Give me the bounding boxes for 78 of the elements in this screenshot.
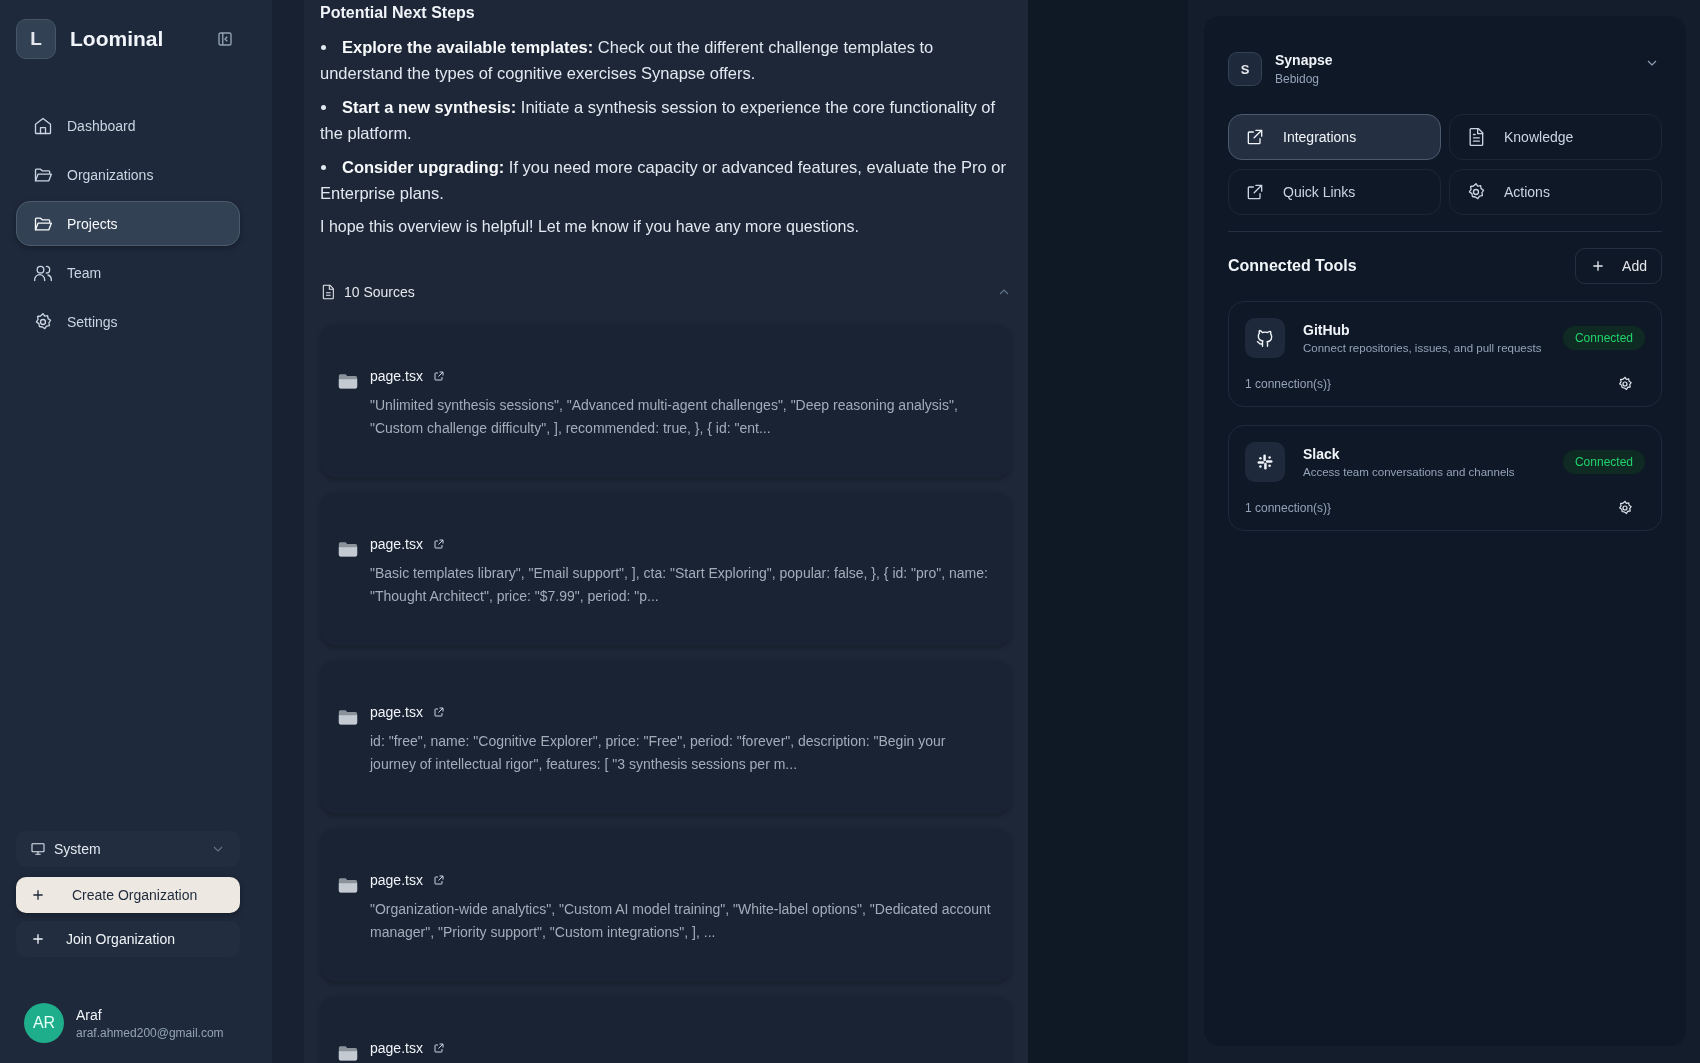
folder-icon [338, 876, 358, 894]
source-card[interactable]: page.tsx id: "free", name: "Cognitive Explorer", price: "Free", period: "forever", description: "Begin your journey of intellectual rigor", features: [ "3 synthesis sessions per m... [320, 660, 1012, 814]
file-name[interactable]: page.tsx [370, 872, 423, 888]
bullet-item: Consider upgrading: If you need more capacity or advanced features, evaluate the Pro or Enterprise plans. [320, 157, 1007, 204]
settings-icon [1466, 182, 1486, 202]
tool-name: GitHub [1303, 322, 1351, 338]
external-link-icon [1245, 182, 1265, 202]
connection-count: 1 connection(s)} [1245, 501, 1332, 515]
document-icon [1466, 127, 1486, 147]
nav-item[interactable]: Team [16, 250, 240, 295]
panel-tab[interactable]: Actions [1449, 169, 1662, 215]
source-snippet: id: "free", name: "Cognitive Explorer", price: "Free", period: "forever", description: "Begin your journey of intellectual rigor", features: [ "3 synthesis sessions per m... [370, 732, 947, 774]
status-badge: Connected [1562, 450, 1645, 474]
user-avatar: AR [24, 1003, 64, 1043]
source-card[interactable]: page.tsx [320, 996, 1012, 1063]
settings-icon [33, 311, 53, 332]
nav-item[interactable]: Settings [16, 299, 240, 344]
settings-icon[interactable] [1617, 376, 1633, 392]
panel-tab[interactable]: Integrations [1228, 114, 1441, 160]
source-snippet: "Basic templates library", "Email support", ], cta: "Start Exploring", popular: false, }, { id: "pro", name: "Thought Architect", price: "$7.99", period: "p... [370, 564, 989, 606]
file-name[interactable]: page.tsx [370, 368, 423, 384]
folder-icon [338, 372, 358, 390]
project-badge: S [1228, 52, 1262, 86]
external-link-icon[interactable] [432, 706, 445, 718]
bullet-item: Explore the available templates: Check out the different challenge templates to understand the types of cognitive exercises Synapse offers. [320, 37, 935, 84]
source-snippet: "Unlimited synthesis sessions", "Advanced multi-agent challenges", "Deep reasoning analysis", "Custom challenge difficulty", ], recommended: true, }, { id: "ent... [370, 396, 959, 438]
sources-toggle[interactable]: 10 Sources [320, 284, 1012, 300]
theme-select[interactable]: System [16, 831, 240, 867]
source-card[interactable]: page.tsx "Basic templates library", "Email support", ], cta: "Start Exploring", popular: false, }, { id: "pro", name: "Thought Architect", price: "$7.99", period: "p... [320, 492, 1012, 646]
organization-name: Bebidog [1275, 72, 1321, 86]
file-name[interactable]: page.tsx [370, 704, 423, 720]
user-name: Araf [76, 1006, 103, 1023]
panel-tab[interactable]: Knowledge [1449, 114, 1662, 160]
plus-icon [30, 931, 46, 947]
home-icon [33, 115, 53, 136]
bullet-dot [321, 104, 326, 110]
tool-name: Slack [1303, 446, 1341, 462]
nav-item[interactable]: Dashboard [16, 103, 240, 148]
external-link-icon[interactable] [432, 538, 445, 550]
panel-tab[interactable]: Quick Links [1228, 169, 1441, 215]
source-snippet: "Organization-wide analytics", "Custom AI model training", "White-label options", "Dedicated account manager", "Priority support", "Custom integrations", ], ... [370, 900, 992, 942]
tool-description: Access team conversations and channels [1303, 466, 1516, 478]
cat-octopus-icon [1245, 318, 1285, 358]
monitor-icon [30, 841, 46, 857]
file-name[interactable]: page.tsx [370, 536, 423, 552]
settings-icon[interactable] [1617, 500, 1633, 516]
project-name: Synapse [1275, 52, 1334, 68]
bullet-dot [321, 44, 326, 50]
section-heading: Potential Next Steps [320, 4, 476, 22]
folder-icon [338, 1044, 358, 1062]
add-button[interactable]: Add [1575, 248, 1662, 284]
document-icon [320, 284, 336, 300]
connection-count: 1 connection(s)} [1245, 377, 1332, 391]
external-link-icon[interactable] [432, 874, 445, 886]
folder-icon [338, 540, 358, 558]
hash-icon [1245, 442, 1285, 482]
bullet-item: Start a new synthesis: Initiate a synthesis session to experience the core functionality of the platform. [320, 97, 996, 144]
source-card[interactable]: page.tsx "Organization-wide analytics", "Custom AI model training", "White-label options", "Dedicated account manager", "Priority support", "Custom integrations", ], ... [320, 828, 1012, 982]
source-card[interactable]: page.tsx "Unlimited synthesis sessions", "Advanced multi-agent challenges", "Deep reasoning analysis", "Custom challenge difficulty", ], recommended: true, }, { id: "ent... [320, 324, 1012, 478]
external-link-icon [1245, 127, 1265, 147]
external-link-icon[interactable] [432, 370, 445, 382]
message-text: I hope this overview is helpful! Let me know if you have any more questions. [320, 218, 860, 236]
file-name[interactable]: page.tsx [370, 1040, 423, 1056]
organization-button[interactable]: Join Organization [16, 921, 240, 957]
section-title: Connected Tools [1228, 257, 1357, 275]
sidebar-toggle-icon[interactable] [216, 30, 234, 48]
brand-name: Loominal [70, 27, 165, 51]
user-email: araf.ahmed200@gmail.com [76, 1025, 224, 1040]
bullet-dot [321, 164, 326, 170]
status-badge: Connected [1562, 326, 1645, 350]
logo-badge: L [16, 19, 56, 59]
nav-item[interactable]: Projects [16, 201, 240, 246]
nav-item[interactable]: Organizations [16, 152, 240, 197]
folder-icon [338, 708, 358, 726]
tool-description: Connect repositories, issues, and pull requests [1303, 342, 1543, 354]
plus-icon [30, 887, 46, 903]
organization-button[interactable]: Create Organization [16, 877, 240, 913]
external-link-icon[interactable] [432, 1042, 445, 1054]
